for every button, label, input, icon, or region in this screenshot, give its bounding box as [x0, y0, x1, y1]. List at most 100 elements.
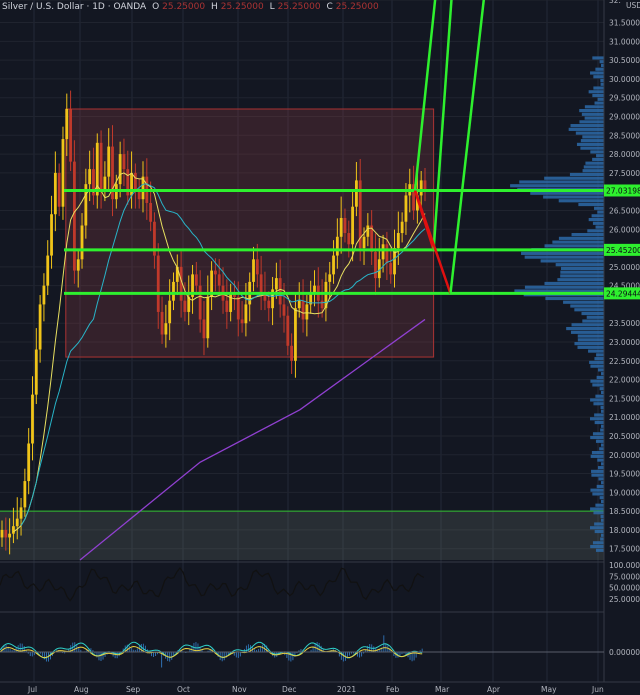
candle-body: [366, 225, 370, 237]
time-tick-label: Apr: [487, 685, 501, 694]
price-tick-label: 28.00000: [609, 150, 640, 159]
volume-profile-bar: [582, 319, 604, 323]
candle-body: [194, 274, 198, 286]
interval[interactable]: 1D: [92, 2, 105, 12]
price-tick-label: 29.00000: [609, 113, 640, 122]
volume-profile-bar: [583, 165, 604, 169]
price-tick-label: 18.00000: [609, 526, 640, 535]
price-tick-label: 17.50000: [609, 545, 640, 554]
open-label: O: [152, 2, 160, 12]
price-tick-label: 22.50000: [609, 357, 640, 366]
volume-profile-bar: [600, 537, 604, 541]
chart-header: Silver / U.S. Dollar · 1D · OANDA O 25.25…: [2, 2, 379, 12]
volume-profile-bar: [591, 451, 604, 455]
volume-profile-bar: [594, 206, 604, 210]
volume-profile-bar: [590, 488, 604, 492]
volume-profile-bar: [577, 338, 604, 342]
candle-body: [267, 300, 271, 309]
volume-profile-bar: [566, 326, 604, 331]
price-tick-label: 20.50000: [609, 432, 640, 441]
price-tick-label: 23.00000: [609, 338, 640, 347]
candle-body: [404, 195, 408, 222]
volume-profile-bar: [521, 251, 604, 255]
oscillator-tick-label: 75.00000: [609, 572, 640, 581]
price-tick-label: 29.50000: [609, 94, 640, 103]
candle-body: [160, 311, 164, 335]
high-value: 25.25000: [220, 2, 264, 12]
volume-profile-bar: [530, 191, 604, 195]
candle-body: [355, 180, 358, 207]
chart-canvas[interactable]: 27.03198 25.45200 24.29444 32. 31.50000 31.00…: [0, 0, 640, 695]
candle-body: [381, 244, 385, 260]
candle-body: [255, 259, 259, 275]
price-tick-label: 19.50000: [609, 470, 640, 479]
oscillator-tick-label: 50.00000: [609, 584, 640, 593]
volume-profile-bar: [597, 210, 604, 214]
volume-profile-bar: [555, 263, 604, 267]
volume-profile-bar: [592, 221, 604, 225]
time-tick-label: Jun: [591, 685, 604, 694]
volume-profile-bar: [560, 266, 604, 271]
volume-profile-bar: [600, 428, 604, 432]
candle-body: [122, 154, 126, 170]
volume-profile-bar: [575, 131, 604, 135]
candle-body: [294, 308, 297, 361]
candle-body: [385, 244, 389, 264]
volume-profile-bar: [592, 383, 604, 387]
volume-profile-bar: [510, 184, 604, 188]
low-value: 25.25000: [277, 2, 321, 12]
candle-body: [286, 315, 290, 346]
volume-profile-bar: [574, 308, 604, 312]
support-zone: [0, 511, 604, 560]
candle-body: [274, 278, 278, 290]
chart-window: 27.03198 25.45200 24.29444 32. 31.50000 31.00…: [0, 0, 640, 695]
indicator-histogram: 0.00000: [0, 635, 640, 668]
volume-profile-bar: [588, 90, 604, 94]
candle-body: [19, 507, 23, 519]
volume-profile-bar: [599, 447, 604, 451]
level-badge-text: 27.03198: [606, 186, 640, 195]
symbol-name[interactable]: Silver / U.S. Dollar: [2, 2, 84, 12]
volume-profile-bar: [593, 511, 604, 515]
volume-profile-bar: [558, 236, 604, 240]
volume-profile-bar: [560, 274, 604, 278]
price-tick-label: 25.00000: [609, 263, 640, 272]
high-label: H: [211, 2, 218, 12]
volume-profile-bar: [585, 161, 604, 165]
volume-profile-bar: [595, 394, 604, 398]
volume-profile-bar: [590, 544, 604, 549]
price-tick-label: 23.50000: [609, 319, 640, 328]
volume-profile-bar: [596, 484, 604, 488]
volume-profile-bar: [600, 514, 604, 519]
candle-body: [164, 323, 168, 335]
level-badge-text: 25.45200: [606, 246, 640, 255]
time-tick-label: Mar: [435, 685, 450, 694]
candle-body: [76, 259, 80, 271]
volume-profile-bar: [579, 108, 604, 113]
volume-profile-bar: [560, 270, 604, 274]
candle-body: [229, 293, 233, 312]
candle-body: [107, 146, 111, 177]
volume-profile-bar: [552, 240, 604, 244]
candle-body: [305, 304, 309, 320]
volume-profile-bar: [591, 469, 604, 473]
volume-profile-bar: [571, 233, 604, 237]
projected-rise-path: [432, 0, 453, 251]
volume-profile-bar: [590, 364, 604, 368]
volume-profile-bar: [595, 503, 604, 507]
volume-profile-bar: [569, 172, 604, 177]
candle-body: [214, 270, 217, 275]
candle-body: [23, 481, 27, 508]
candle-body: [50, 214, 53, 256]
volume-profile-bar: [595, 225, 604, 229]
candle-body: [4, 529, 8, 538]
histogram-tick-label: 0.00000: [609, 648, 640, 657]
price-tick-label: 26.00000: [609, 225, 640, 234]
candle-body: [27, 443, 31, 482]
volume-profile-bar: [588, 217, 604, 222]
volume-profile-bar: [584, 105, 604, 109]
volume-profile-bar: [596, 375, 604, 379]
candle-body: [320, 300, 324, 309]
volume-profile-bar: [599, 387, 604, 391]
price-tick-label: 19.00000: [609, 488, 640, 497]
